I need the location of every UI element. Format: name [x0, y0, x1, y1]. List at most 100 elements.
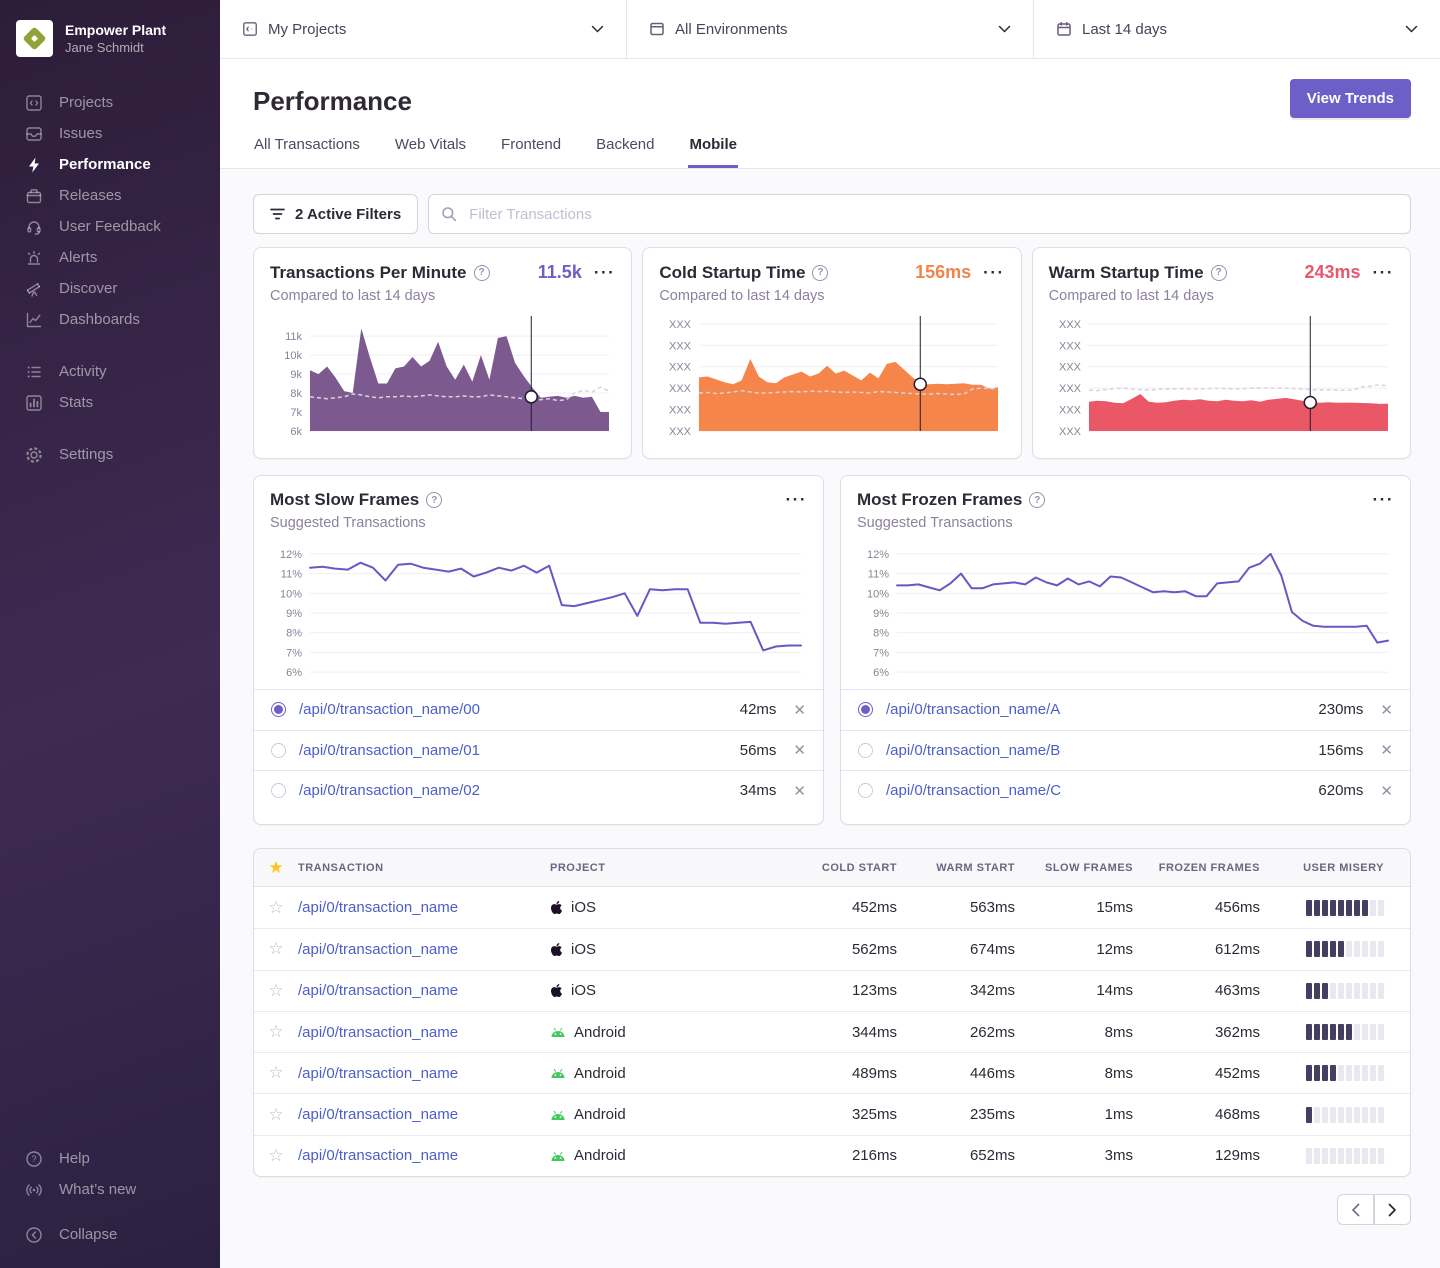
transaction-link[interactable]: /api/0/transaction_name/02 — [299, 782, 480, 799]
platform-label: Android — [574, 1147, 626, 1164]
close-icon[interactable]: ✕ — [793, 741, 806, 759]
star-icon[interactable]: ☆ — [254, 1063, 298, 1083]
column-header[interactable]: COLD START — [787, 862, 897, 874]
svg-text:11%: 11% — [281, 569, 302, 581]
sidebar-item-issues[interactable]: Issues — [0, 118, 220, 149]
sidebar-item-activity[interactable]: Activity — [0, 356, 220, 387]
org-switcher[interactable]: Empower Plant Jane Schmidt — [0, 20, 220, 57]
column-header[interactable]: PROJECT — [550, 862, 787, 874]
date-range-selector[interactable]: Last 14 days — [1033, 0, 1440, 58]
transaction-link[interactable]: /api/0/transaction_name — [298, 1024, 550, 1041]
tab-frontend[interactable]: Frontend — [500, 136, 562, 168]
sidebar-item-help[interactable]: ? Help — [0, 1143, 220, 1174]
star-icon[interactable]: ☆ — [254, 1022, 298, 1042]
column-header[interactable]: USER MISERY — [1260, 862, 1410, 874]
star-icon[interactable]: ☆ — [254, 939, 298, 959]
column-header[interactable]: FROZEN FRAMES — [1133, 862, 1260, 874]
sidebar-item-whats-new[interactable]: What’s new — [0, 1174, 220, 1205]
sidebar-item-settings[interactable]: Settings — [0, 439, 220, 470]
star-icon[interactable]: ☆ — [254, 1105, 298, 1125]
active-filters-button[interactable]: 2 Active Filters — [253, 194, 418, 234]
tab-all-transactions[interactable]: All Transactions — [253, 136, 361, 168]
radio-button[interactable] — [271, 783, 286, 798]
environment-selector-value: All Environments — [675, 21, 788, 38]
transaction-link[interactable]: /api/0/transaction_name/00 — [299, 701, 480, 718]
transaction-link[interactable]: /api/0/transaction_name — [298, 1065, 550, 1082]
close-icon[interactable]: ✕ — [793, 782, 806, 800]
overflow-menu-icon[interactable]: ··· — [1373, 495, 1394, 505]
sidebar-item-dashboards[interactable]: Dashboards — [0, 304, 220, 335]
warm-start-value: 235ms — [897, 1106, 1015, 1123]
sidebar: Empower Plant Jane Schmidt Projects Issu… — [0, 0, 220, 1268]
svg-text:XXX: XXX — [1059, 426, 1082, 438]
star-icon[interactable]: ☆ — [254, 1146, 298, 1166]
column-header[interactable]: TRANSACTION — [298, 862, 550, 874]
org-user: Jane Schmidt — [65, 40, 166, 55]
platform-cell: Android — [550, 1065, 787, 1082]
transaction-value: 34ms — [740, 782, 777, 799]
sidebar-item-projects[interactable]: Projects — [0, 87, 220, 118]
close-icon[interactable]: ✕ — [1380, 782, 1393, 800]
list-item: /api/0/transaction_name/01 56ms ✕ — [254, 730, 823, 771]
warm-start-value: 342ms — [897, 982, 1015, 999]
project-selector[interactable]: My Projects — [220, 0, 626, 58]
cold-start-value: 344ms — [787, 1024, 897, 1041]
close-icon[interactable]: ✕ — [1380, 741, 1393, 759]
tab-web-vitals[interactable]: Web Vitals — [394, 136, 467, 168]
sidebar-item-discover[interactable]: Discover — [0, 273, 220, 304]
radio-button[interactable] — [858, 743, 873, 758]
radio-button[interactable] — [271, 743, 286, 758]
sidebar-item-performance[interactable]: Performance — [0, 149, 220, 180]
transaction-link[interactable]: /api/0/transaction_name — [298, 899, 550, 916]
transaction-link[interactable]: /api/0/transaction_name/B — [886, 742, 1060, 759]
sidebar-item-releases[interactable]: Releases — [0, 180, 220, 211]
card-title: Most Slow Frames — [270, 490, 419, 510]
sidebar-item-label: Projects — [59, 93, 113, 112]
help-icon[interactable]: ? — [812, 265, 828, 281]
environment-selector[interactable]: All Environments — [626, 0, 1033, 58]
transaction-link[interactable]: /api/0/transaction_name/A — [886, 701, 1060, 718]
close-icon[interactable]: ✕ — [1380, 701, 1393, 719]
column-header[interactable]: SLOW FRAMES — [1015, 862, 1133, 874]
overflow-menu-icon[interactable]: ··· — [786, 495, 807, 505]
page-title: Performance — [253, 59, 1411, 117]
sidebar-collapse-button[interactable]: Collapse — [0, 1219, 220, 1250]
column-header[interactable]: WARM START — [897, 862, 1015, 874]
view-trends-button[interactable]: View Trends — [1290, 79, 1411, 118]
sidebar-item-alerts[interactable]: Alerts — [0, 242, 220, 273]
help-icon[interactable]: ? — [1211, 265, 1227, 281]
transaction-link[interactable]: /api/0/transaction_name/01 — [299, 742, 480, 759]
next-page-button[interactable] — [1374, 1194, 1411, 1225]
transaction-link[interactable]: /api/0/transaction_name — [298, 1106, 550, 1123]
close-icon[interactable]: ✕ — [793, 701, 806, 719]
user-misery-bars — [1260, 900, 1410, 916]
help-icon[interactable]: ? — [426, 492, 442, 508]
user-misery-bars — [1260, 941, 1410, 957]
tab-backend[interactable]: Backend — [595, 136, 655, 168]
radio-button[interactable] — [271, 702, 286, 717]
platform-label: iOS — [571, 899, 596, 916]
sidebar-item-stats[interactable]: Stats — [0, 387, 220, 418]
overflow-menu-icon[interactable]: ··· — [1373, 268, 1394, 278]
overflow-menu-icon[interactable]: ··· — [983, 268, 1004, 278]
star-icon[interactable]: ☆ — [254, 898, 298, 918]
transaction-link[interactable]: /api/0/transaction_name — [298, 941, 550, 958]
previous-page-button[interactable] — [1337, 1194, 1374, 1225]
overflow-menu-icon[interactable]: ··· — [594, 268, 615, 278]
star-icon[interactable]: ☆ — [254, 981, 298, 1001]
search-input[interactable] — [428, 194, 1411, 234]
global-selection-bar: My Projects All Environments Last 14 day… — [220, 0, 1440, 59]
star-icon[interactable]: ★ — [254, 858, 298, 878]
org-name: Empower Plant — [65, 22, 166, 40]
warm-start-value: 563ms — [897, 899, 1015, 916]
transaction-link[interactable]: /api/0/transaction_name — [298, 1147, 550, 1164]
transaction-link[interactable]: /api/0/transaction_name/C — [886, 782, 1061, 799]
transaction-link[interactable]: /api/0/transaction_name — [298, 982, 550, 999]
sidebar-item-user-feedback[interactable]: User Feedback — [0, 211, 220, 242]
help-icon[interactable]: ? — [474, 265, 490, 281]
radio-button[interactable] — [858, 783, 873, 798]
radio-button[interactable] — [858, 702, 873, 717]
tab-mobile[interactable]: Mobile — [688, 136, 738, 168]
help-icon[interactable]: ? — [1029, 492, 1045, 508]
svg-text:XXX: XXX — [1059, 340, 1082, 352]
